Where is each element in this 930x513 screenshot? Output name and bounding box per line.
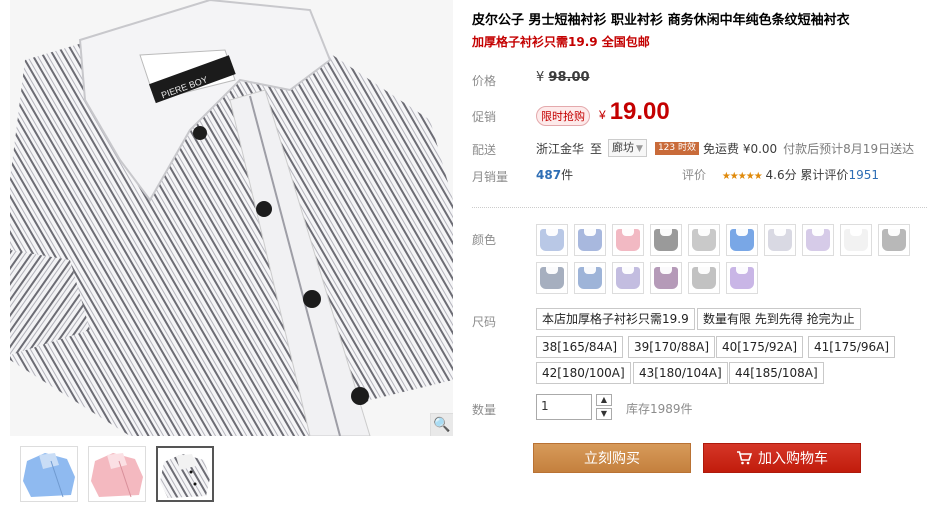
rating-block: 评价 ★★★★★ 4.6分 累计评价1951 <box>682 166 879 183</box>
size-option-42[interactable]: 42[180/100A] <box>536 362 631 384</box>
original-price-value: 98.00 <box>548 70 590 85</box>
size-option-38[interactable]: 38[165/84A] <box>536 336 624 358</box>
promo-price: ¥19.00 <box>599 98 670 126</box>
buy-now-button[interactable]: 立刻购买 <box>533 443 691 473</box>
collar-shape <box>850 229 862 236</box>
shipping-fee: 免运费 ¥0.00 <box>703 141 778 156</box>
collar-shape <box>888 229 900 236</box>
promo-currency: ¥ <box>599 108 606 122</box>
color-swatch-pink-stripe[interactable] <box>612 224 644 256</box>
review-count: 1951 <box>848 168 879 182</box>
collar-shape <box>546 267 558 274</box>
color-swatch-mauve[interactable] <box>650 262 682 294</box>
size-option-39[interactable]: 39[170/88A] <box>628 336 716 358</box>
color-swatch-slate-stripe[interactable] <box>536 262 568 294</box>
promo-tag: 限时抢购 <box>536 106 590 126</box>
quantity-decrease-icon[interactable]: ▼ <box>596 408 612 420</box>
sales-label: 月销量 <box>472 170 509 184</box>
thumbnail-strip <box>20 446 214 502</box>
collar-shape <box>736 229 748 236</box>
color-swatch-white-stripe[interactable] <box>764 224 796 256</box>
sales-count: 487 <box>536 168 562 182</box>
color-swatch-lilac-stripe[interactable] <box>612 262 644 294</box>
shipping-to-word: 至 <box>590 141 603 156</box>
destination-value: 廊坊 <box>612 141 635 154</box>
product-subtitle: 加厚格子衬衫只需19.9 全国包邮 <box>472 35 650 49</box>
thumbnail-blue-shirt[interactable] <box>20 446 78 502</box>
collar-shape <box>622 229 634 236</box>
size-option-40[interactable]: 40[175/92A] <box>716 336 804 358</box>
collar-shape <box>812 229 824 236</box>
color-swatch-lavender-stripe[interactable] <box>802 224 834 256</box>
color-swatch-violet-stripe[interactable] <box>726 262 758 294</box>
original-price-currency: ¥ <box>536 70 545 85</box>
monthly-sales: 487件 <box>536 166 573 183</box>
sales-unit: 件 <box>561 168 574 182</box>
stock-count: 库存1989件 <box>626 402 693 416</box>
size-option-41[interactable]: 41[175/96A] <box>808 336 896 358</box>
shipping-from: 浙江金华 <box>536 141 585 156</box>
rating-score: 4.6分 <box>765 168 797 182</box>
collar-shape <box>698 267 710 274</box>
collar-shape <box>698 229 710 236</box>
thumbnail-striped-shirt[interactable] <box>156 446 214 502</box>
collar-shape <box>546 229 558 236</box>
color-swatch-white[interactable] <box>840 224 872 256</box>
color-swatch-gray-stripe[interactable] <box>688 224 720 256</box>
collar-shape <box>736 267 748 274</box>
quantity-increase-icon[interactable]: ▲ <box>596 394 612 406</box>
color-swatch-gray[interactable] <box>650 224 682 256</box>
collar-shape <box>584 267 596 274</box>
collar-shape <box>660 267 672 274</box>
quantity-input[interactable]: 1 <box>536 394 592 420</box>
color-swatch-steel-blue[interactable] <box>574 262 606 294</box>
collar-shape <box>584 229 596 236</box>
color-swatch-dark-gray-stripe[interactable] <box>878 224 910 256</box>
shipping-label: 配送 <box>472 143 497 157</box>
add-to-cart-label: 加入购物车 <box>758 451 828 467</box>
size-option-44[interactable]: 44[185/108A] <box>729 362 824 384</box>
quantity-label: 数量 <box>472 403 497 417</box>
shipping-info: 浙江金华 至 廊坊 ▼ 123 时效 免运费 ¥0.00 付款后预计8月19日送达 <box>536 139 914 157</box>
product-title: 皮尔公子 男士短袖衬衫 职业衬衫 商务休闲中年纯色条纹短袖衬衣 <box>472 13 850 28</box>
review-prefix: 累计评价 <box>800 168 849 182</box>
size-option-promo[interactable]: 本店加厚格子衬衫只需19.9 <box>536 308 695 330</box>
color-swatch-list <box>536 224 916 294</box>
collar-shape <box>622 267 634 274</box>
size-option-notice[interactable]: 数量有限 先到先得 抢完为止 <box>697 308 861 330</box>
destination-select[interactable]: 廊坊 ▼ <box>608 139 647 157</box>
zoom-icon[interactable]: 🔍 <box>430 413 453 436</box>
size-label: 尺码 <box>472 315 497 329</box>
color-swatch-blue-stripe[interactable] <box>574 224 606 256</box>
color-label: 颜色 <box>472 233 497 247</box>
chevron-down-icon: ▼ <box>636 144 643 154</box>
shipping-eta: 付款后预计8月19日送达 <box>783 141 915 156</box>
color-swatch-silver-stripe[interactable] <box>688 262 720 294</box>
promo-price-value: 19.00 <box>609 98 670 125</box>
collar-shape <box>660 229 672 236</box>
review-link[interactable]: 累计评价1951 <box>800 168 879 182</box>
cart-icon <box>737 451 752 465</box>
star-rating-icon: ★★★★★ <box>721 171 763 182</box>
delivery-time-badge: 123 时效 <box>654 141 699 155</box>
section-divider <box>472 207 927 208</box>
main-product-image[interactable]: PIERE BOY 🔍 <box>10 0 453 436</box>
original-price: ¥ 98.00 <box>536 70 590 85</box>
add-to-cart-button[interactable]: 加入购物车 <box>703 443 861 473</box>
rating-label: 评价 <box>682 168 707 182</box>
size-option-43[interactable]: 43[180/104A] <box>633 362 728 384</box>
thumbnail-pink-shirt[interactable] <box>88 446 146 502</box>
product-gallery: PIERE BOY 🔍 <box>10 0 453 513</box>
collar-shape <box>774 229 786 236</box>
promo-label: 促销 <box>472 110 497 124</box>
color-swatch-light-blue-stripe[interactable] <box>536 224 568 256</box>
color-swatch-blue[interactable] <box>726 224 758 256</box>
price-label: 价格 <box>472 74 497 88</box>
striped-shirt-image: PIERE BOY <box>10 0 453 436</box>
